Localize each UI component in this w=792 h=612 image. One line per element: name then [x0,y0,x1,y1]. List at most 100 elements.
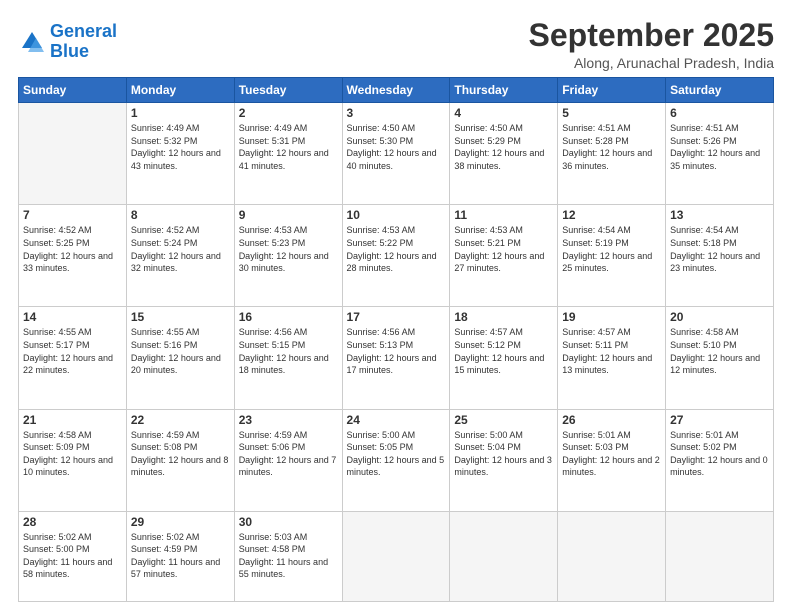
day-info: Sunrise: 4:57 AM Sunset: 5:11 PM Dayligh… [562,326,661,376]
day-number: 4 [454,106,553,120]
calendar-cell: 18 Sunrise: 4:57 AM Sunset: 5:12 PM Dayl… [450,307,558,409]
page: General Blue September 2025 Along, Aruna… [0,0,792,612]
logo-icon [18,28,46,56]
calendar-cell [19,103,127,205]
day-info: Sunrise: 4:57 AM Sunset: 5:12 PM Dayligh… [454,326,553,376]
calendar-cell: 27 Sunrise: 5:01 AM Sunset: 5:02 PM Dayl… [666,409,774,511]
day-info: Sunrise: 4:54 AM Sunset: 5:18 PM Dayligh… [670,224,769,274]
calendar-cell: 28 Sunrise: 5:02 AM Sunset: 5:00 PM Dayl… [19,511,127,601]
day-number: 25 [454,413,553,427]
col-wednesday: Wednesday [342,78,450,103]
day-number: 11 [454,208,553,222]
location: Along, Arunachal Pradesh, India [529,55,774,71]
day-number: 2 [239,106,338,120]
calendar-cell: 9 Sunrise: 4:53 AM Sunset: 5:23 PM Dayli… [234,205,342,307]
calendar-table: Sunday Monday Tuesday Wednesday Thursday… [18,77,774,602]
col-friday: Friday [558,78,666,103]
day-info: Sunrise: 5:01 AM Sunset: 5:03 PM Dayligh… [562,429,661,479]
day-number: 23 [239,413,338,427]
calendar-cell: 11 Sunrise: 4:53 AM Sunset: 5:21 PM Dayl… [450,205,558,307]
calendar-cell: 19 Sunrise: 4:57 AM Sunset: 5:11 PM Dayl… [558,307,666,409]
calendar-cell: 21 Sunrise: 4:58 AM Sunset: 5:09 PM Dayl… [19,409,127,511]
calendar-cell: 12 Sunrise: 4:54 AM Sunset: 5:19 PM Dayl… [558,205,666,307]
calendar-cell: 15 Sunrise: 4:55 AM Sunset: 5:16 PM Dayl… [126,307,234,409]
day-number: 1 [131,106,230,120]
day-info: Sunrise: 4:56 AM Sunset: 5:15 PM Dayligh… [239,326,338,376]
calendar-cell: 17 Sunrise: 4:56 AM Sunset: 5:13 PM Dayl… [342,307,450,409]
day-info: Sunrise: 4:50 AM Sunset: 5:29 PM Dayligh… [454,122,553,172]
calendar-cell: 16 Sunrise: 4:56 AM Sunset: 5:15 PM Dayl… [234,307,342,409]
day-number: 7 [23,208,122,222]
day-number: 3 [347,106,446,120]
calendar-cell [666,511,774,601]
day-info: Sunrise: 4:52 AM Sunset: 5:25 PM Dayligh… [23,224,122,274]
day-info: Sunrise: 4:56 AM Sunset: 5:13 PM Dayligh… [347,326,446,376]
calendar-cell: 20 Sunrise: 4:58 AM Sunset: 5:10 PM Dayl… [666,307,774,409]
day-info: Sunrise: 5:00 AM Sunset: 5:05 PM Dayligh… [347,429,446,479]
header: General Blue September 2025 Along, Aruna… [18,18,774,71]
day-number: 8 [131,208,230,222]
day-info: Sunrise: 4:54 AM Sunset: 5:19 PM Dayligh… [562,224,661,274]
calendar-cell: 5 Sunrise: 4:51 AM Sunset: 5:28 PM Dayli… [558,103,666,205]
day-number: 18 [454,310,553,324]
day-number: 20 [670,310,769,324]
calendar-cell: 23 Sunrise: 4:59 AM Sunset: 5:06 PM Dayl… [234,409,342,511]
calendar-cell: 2 Sunrise: 4:49 AM Sunset: 5:31 PM Dayli… [234,103,342,205]
calendar-cell: 13 Sunrise: 4:54 AM Sunset: 5:18 PM Dayl… [666,205,774,307]
calendar-cell: 30 Sunrise: 5:03 AM Sunset: 4:58 PM Dayl… [234,511,342,601]
day-number: 29 [131,515,230,529]
day-number: 26 [562,413,661,427]
calendar-header-row: Sunday Monday Tuesday Wednesday Thursday… [19,78,774,103]
calendar-cell: 24 Sunrise: 5:00 AM Sunset: 5:05 PM Dayl… [342,409,450,511]
day-number: 19 [562,310,661,324]
day-info: Sunrise: 4:53 AM Sunset: 5:21 PM Dayligh… [454,224,553,274]
day-number: 14 [23,310,122,324]
month-title: September 2025 [529,18,774,53]
calendar-cell: 8 Sunrise: 4:52 AM Sunset: 5:24 PM Dayli… [126,205,234,307]
calendar-cell [450,511,558,601]
day-number: 16 [239,310,338,324]
day-number: 13 [670,208,769,222]
day-info: Sunrise: 5:01 AM Sunset: 5:02 PM Dayligh… [670,429,769,479]
calendar-cell: 4 Sunrise: 4:50 AM Sunset: 5:29 PM Dayli… [450,103,558,205]
col-thursday: Thursday [450,78,558,103]
day-info: Sunrise: 4:55 AM Sunset: 5:16 PM Dayligh… [131,326,230,376]
calendar-cell: 3 Sunrise: 4:50 AM Sunset: 5:30 PM Dayli… [342,103,450,205]
day-info: Sunrise: 4:58 AM Sunset: 5:10 PM Dayligh… [670,326,769,376]
day-number: 6 [670,106,769,120]
calendar-cell: 29 Sunrise: 5:02 AM Sunset: 4:59 PM Dayl… [126,511,234,601]
day-info: Sunrise: 5:02 AM Sunset: 4:59 PM Dayligh… [131,531,230,581]
col-sunday: Sunday [19,78,127,103]
day-info: Sunrise: 4:49 AM Sunset: 5:31 PM Dayligh… [239,122,338,172]
day-info: Sunrise: 4:59 AM Sunset: 5:06 PM Dayligh… [239,429,338,479]
logo-text: General Blue [50,22,117,62]
day-number: 27 [670,413,769,427]
day-info: Sunrise: 4:53 AM Sunset: 5:22 PM Dayligh… [347,224,446,274]
day-number: 28 [23,515,122,529]
day-info: Sunrise: 4:51 AM Sunset: 5:26 PM Dayligh… [670,122,769,172]
day-info: Sunrise: 5:02 AM Sunset: 5:00 PM Dayligh… [23,531,122,581]
day-number: 10 [347,208,446,222]
day-info: Sunrise: 4:58 AM Sunset: 5:09 PM Dayligh… [23,429,122,479]
calendar-cell: 26 Sunrise: 5:01 AM Sunset: 5:03 PM Dayl… [558,409,666,511]
col-tuesday: Tuesday [234,78,342,103]
day-number: 24 [347,413,446,427]
calendar-cell: 14 Sunrise: 4:55 AM Sunset: 5:17 PM Dayl… [19,307,127,409]
calendar-cell: 7 Sunrise: 4:52 AM Sunset: 5:25 PM Dayli… [19,205,127,307]
day-info: Sunrise: 4:50 AM Sunset: 5:30 PM Dayligh… [347,122,446,172]
calendar-cell: 6 Sunrise: 4:51 AM Sunset: 5:26 PM Dayli… [666,103,774,205]
day-info: Sunrise: 4:51 AM Sunset: 5:28 PM Dayligh… [562,122,661,172]
col-saturday: Saturday [666,78,774,103]
day-info: Sunrise: 4:53 AM Sunset: 5:23 PM Dayligh… [239,224,338,274]
day-number: 9 [239,208,338,222]
calendar-cell: 22 Sunrise: 4:59 AM Sunset: 5:08 PM Dayl… [126,409,234,511]
day-info: Sunrise: 5:00 AM Sunset: 5:04 PM Dayligh… [454,429,553,479]
day-number: 17 [347,310,446,324]
day-info: Sunrise: 4:52 AM Sunset: 5:24 PM Dayligh… [131,224,230,274]
calendar-cell: 1 Sunrise: 4:49 AM Sunset: 5:32 PM Dayli… [126,103,234,205]
day-info: Sunrise: 4:55 AM Sunset: 5:17 PM Dayligh… [23,326,122,376]
day-info: Sunrise: 4:59 AM Sunset: 5:08 PM Dayligh… [131,429,230,479]
day-number: 5 [562,106,661,120]
calendar-cell: 25 Sunrise: 5:00 AM Sunset: 5:04 PM Dayl… [450,409,558,511]
calendar-cell [342,511,450,601]
